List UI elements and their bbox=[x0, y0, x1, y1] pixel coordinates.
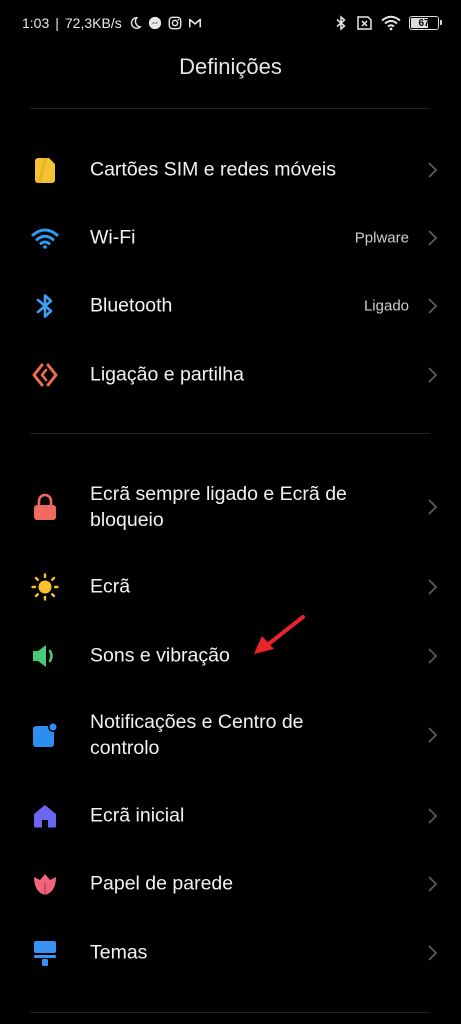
chevron-right-icon bbox=[428, 808, 438, 824]
instagram-icon bbox=[168, 16, 182, 30]
settings-item-label: Wi-Fi bbox=[90, 226, 136, 249]
speaker-icon bbox=[31, 642, 59, 670]
settings-item-sound[interactable]: Sons e vibração bbox=[0, 634, 461, 678]
network-speed: 72,3KB/s bbox=[64, 15, 122, 31]
settings-item-label: Ecrã inicial bbox=[90, 804, 185, 827]
chevron-right-icon bbox=[428, 298, 438, 314]
chevron-right-icon bbox=[428, 162, 438, 178]
chevron-right-icon bbox=[428, 945, 438, 961]
red-arrow-icon bbox=[254, 615, 305, 654]
settings-item-connection-sharing[interactable]: Ligação e partilha bbox=[0, 353, 461, 397]
wifi-icon bbox=[381, 15, 401, 31]
settings-item-label-line2: bloqueio bbox=[90, 509, 164, 531]
chevron-right-icon bbox=[428, 727, 438, 743]
chevron-right-icon bbox=[428, 367, 438, 383]
connection-sharing-icon bbox=[31, 361, 59, 389]
wifi-network-name: Pplware bbox=[354, 229, 409, 247]
sun-icon bbox=[31, 573, 59, 601]
divider bbox=[30, 1012, 430, 1013]
status-bar-right: 67 bbox=[335, 12, 442, 34]
chevron-right-icon bbox=[428, 648, 438, 664]
sim-card-icon bbox=[31, 156, 59, 184]
settings-item-label-line1: Ecrã sempre ligado e Ecrã de bbox=[90, 483, 347, 505]
brush-icon bbox=[31, 939, 59, 967]
bluetooth-icon bbox=[336, 15, 346, 31]
bluetooth-status: Ligado bbox=[363, 297, 409, 315]
clock: 1:03 bbox=[22, 15, 50, 31]
gmail-icon bbox=[188, 18, 201, 28]
settings-item-lockscreen[interactable]: Ecrã sempre ligado e Ecrã de bloqueio bbox=[0, 480, 461, 534]
settings-item-sim[interactable]: Cartões SIM e redes móveis bbox=[0, 148, 461, 192]
bluetooth-icon bbox=[31, 292, 59, 320]
chevron-right-icon bbox=[428, 876, 438, 892]
page-title: Definições bbox=[179, 54, 282, 79]
settings-item-themes[interactable]: Temas bbox=[0, 931, 461, 975]
settings-item-label: Ligação e partilha bbox=[90, 363, 244, 386]
settings-item-display[interactable]: Ecrã bbox=[0, 565, 461, 609]
battery-level: 67 bbox=[418, 17, 430, 29]
messenger-icon bbox=[148, 16, 161, 30]
settings-item-label: Temas bbox=[90, 941, 148, 964]
settings-item-label: Ecrã bbox=[90, 575, 131, 598]
settings-item-notifications[interactable]: Notificações e Centro de controlo bbox=[0, 708, 461, 762]
status-bar-left: 1:03 | 72,3KB/s bbox=[22, 12, 202, 34]
no-sim-icon bbox=[357, 16, 372, 30]
settings-item-bluetooth[interactable]: Bluetooth Ligado bbox=[0, 284, 461, 328]
settings-item-label: Sons e vibração bbox=[90, 644, 230, 667]
chevron-right-icon bbox=[428, 499, 438, 515]
divider bbox=[30, 433, 430, 434]
battery-icon: 67 bbox=[409, 16, 442, 30]
notification-icon bbox=[31, 721, 59, 749]
flower-icon bbox=[31, 870, 59, 898]
settings-item-wifi[interactable]: Wi-Fi Pplware bbox=[0, 216, 461, 260]
lock-icon bbox=[31, 493, 59, 521]
chevron-right-icon bbox=[428, 230, 438, 246]
status-bar: 1:03 | 72,3KB/s 67 bbox=[0, 0, 461, 46]
wifi-icon bbox=[31, 224, 59, 252]
status-separator: | bbox=[55, 15, 59, 31]
settings-item-label-line2: controlo bbox=[90, 737, 160, 759]
settings-item-label-line1: Notificações e Centro de bbox=[90, 711, 304, 733]
settings-item-label: Papel de parede bbox=[90, 872, 234, 895]
settings-item-label: Bluetooth bbox=[90, 294, 173, 317]
settings-item-label: Cartões SIM e redes móveis bbox=[90, 158, 337, 181]
home-icon bbox=[31, 802, 59, 830]
chevron-right-icon bbox=[428, 579, 438, 595]
moon-icon bbox=[130, 17, 142, 29]
divider bbox=[30, 108, 430, 109]
settings-item-home-screen[interactable]: Ecrã inicial bbox=[0, 794, 461, 838]
settings-item-wallpaper[interactable]: Papel de parede bbox=[0, 862, 461, 906]
